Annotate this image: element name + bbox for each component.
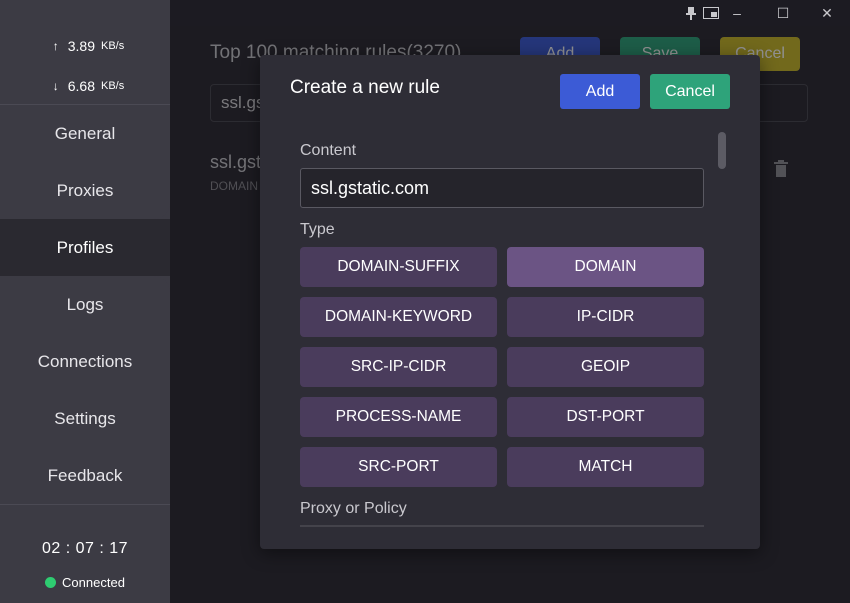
- sidebar-item-label: General: [54, 123, 116, 143]
- sidebar-item-connections[interactable]: Connections: [0, 333, 170, 390]
- close-icon[interactable]: ✕: [812, 0, 842, 26]
- sidebar-item-profiles[interactable]: Profiles: [0, 219, 170, 276]
- add-button[interactable]: Add: [560, 74, 640, 109]
- active-tab-corner-top: [0, 201, 170, 219]
- sidebar-item-label: Connections: [37, 351, 133, 371]
- type-process-name[interactable]: PROCESS-NAME: [300, 397, 497, 437]
- policy-select-edge[interactable]: [300, 525, 704, 527]
- download-speed-value: 6.68: [67, 78, 95, 94]
- sidebar-item-label: Feedback: [47, 465, 123, 485]
- sidebar-item-logs[interactable]: Logs: [0, 276, 170, 333]
- sidebar-item-general[interactable]: General: [0, 105, 170, 162]
- type-src-ip-cidr[interactable]: SRC-IP-CIDR: [300, 347, 497, 387]
- sidebar-divider: [0, 504, 170, 505]
- window-titlebar: – ☐ ✕: [170, 0, 850, 26]
- sidebar: ↑ 3.89 KB/s ↓ 6.68 KB/s General Proxies …: [0, 0, 170, 603]
- type-match[interactable]: MATCH: [507, 447, 704, 487]
- status-label: Connected: [62, 575, 125, 590]
- maximize-icon[interactable]: ☐: [768, 0, 798, 26]
- minimize-icon[interactable]: –: [722, 0, 752, 26]
- dialog-scrollbar[interactable]: [718, 132, 726, 169]
- upload-speed-unit: KB/s: [101, 40, 125, 52]
- type-domain-keyword[interactable]: DOMAIN-KEYWORD: [300, 297, 497, 337]
- download-arrow-icon: ↓: [52, 79, 59, 93]
- download-speed-unit: KB/s: [101, 80, 125, 92]
- upload-arrow-icon: ↑: [52, 39, 59, 53]
- connection-status: Connected: [0, 575, 170, 590]
- sidebar-item-label: Logs: [66, 294, 104, 314]
- sidebar-item-settings[interactable]: Settings: [0, 390, 170, 447]
- type-geoip[interactable]: GEOIP: [507, 347, 704, 387]
- type-domain-suffix[interactable]: DOMAIN-SUFFIX: [300, 247, 497, 287]
- download-speed: ↓ 6.68 KB/s: [0, 66, 170, 106]
- policy-label: Proxy or Policy: [300, 500, 407, 517]
- content-label: Content: [300, 142, 357, 159]
- status-dot-icon: [45, 577, 57, 588]
- sidebar-item-label: Profiles: [56, 237, 114, 257]
- type-ip-cidr[interactable]: IP-CIDR: [507, 297, 704, 337]
- upload-speed: ↑ 3.89 KB/s: [0, 26, 170, 66]
- sidebar-item-label: Proxies: [56, 180, 114, 200]
- type-dst-port[interactable]: DST-PORT: [507, 397, 704, 437]
- uptime-clock: 02 : 07 : 17: [41, 540, 129, 557]
- sidebar-item-label: Settings: [54, 408, 116, 428]
- create-rule-dialog: Create a new rule Add Cancel Content ssl…: [260, 55, 760, 549]
- type-domain[interactable]: DOMAIN: [507, 247, 704, 287]
- type-src-port[interactable]: SRC-PORT: [300, 447, 497, 487]
- content-value: ssl.gstatic.com: [311, 177, 430, 198]
- type-label: Type: [300, 221, 335, 238]
- cancel-button[interactable]: Cancel: [650, 74, 730, 109]
- sidebar-item-feedback[interactable]: Feedback: [0, 447, 170, 504]
- dialog-title: Create a new rule: [290, 77, 440, 98]
- content-input[interactable]: ssl.gstatic.com: [300, 168, 704, 208]
- upload-speed-value: 3.89: [67, 38, 95, 54]
